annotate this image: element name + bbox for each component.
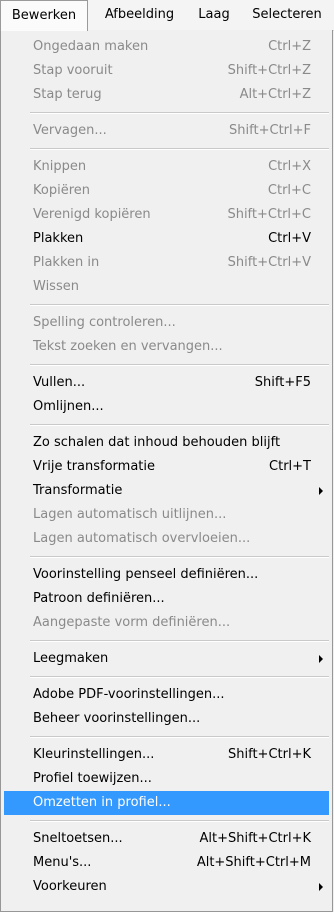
menu-item-plakken[interactable]: Plakken Ctrl+V	[4, 227, 329, 251]
menu-item-label: Vrije transformatie	[33, 459, 155, 474]
menu-item-leegmaken[interactable]: Leegmaken	[4, 647, 329, 671]
menu-item-tekst-zoeken-en-vervangen[interactable]: Tekst zoeken en vervangen...	[4, 335, 329, 359]
menu-item-menu-s[interactable]: Menu's... Alt+Shift+Ctrl+M	[4, 851, 329, 875]
menu-item-sneltoetsen[interactable]: Sneltoetsen... Alt+Shift+Ctrl+K	[4, 827, 329, 851]
menu-separator	[30, 112, 329, 114]
menu-item-ongedaan-maken[interactable]: Ongedaan maken Ctrl+Z	[4, 35, 329, 59]
menu-item-label: Profiel toewijzen...	[33, 771, 152, 786]
menu-separator	[30, 736, 329, 738]
menu-item-patroon-definieren[interactable]: Patroon definiëren...	[4, 587, 329, 611]
menu-item-label: Patroon definiëren...	[33, 591, 165, 606]
menu-item-label: Voorkeuren	[33, 879, 107, 894]
menu-item-shortcut: Shift+F5	[254, 375, 311, 390]
menu-bar: Bewerken Afbeelding Laag Selecteren	[0, 0, 334, 31]
menu-item-label: Transformatie	[33, 483, 123, 498]
menu-item-lagen-automatisch-overvloeien[interactable]: Lagen automatisch overvloeien...	[4, 527, 329, 551]
menu-afbeelding[interactable]: Afbeelding	[90, 0, 189, 30]
menu-item-label: Vullen...	[33, 375, 86, 390]
menu-item-label: Verenigd kopiëren	[33, 207, 151, 222]
menu-item-shortcut: Ctrl+V	[268, 231, 311, 246]
menu-item-shortcut: Alt+Ctrl+Z	[239, 87, 311, 102]
menu-laag[interactable]: Laag	[190, 0, 238, 30]
menu-item-profiel-toewijzen[interactable]: Profiel toewijzen...	[4, 767, 329, 791]
menu-item-spelling-controleren[interactable]: Spelling controleren...	[4, 311, 329, 335]
menu-item-beheer-voorinstellingen[interactable]: Beheer voorinstellingen...	[4, 707, 329, 731]
menu-separator	[30, 148, 329, 150]
submenu-arrow-icon	[319, 883, 323, 891]
menu-item-label: Lagen automatisch overvloeien...	[33, 531, 251, 546]
menu-item-shortcut: Ctrl+C	[267, 183, 311, 198]
menu-item-label: Ongedaan maken	[33, 39, 149, 54]
menu-item-wissen[interactable]: Wissen	[4, 275, 329, 299]
submenu-arrow-icon	[319, 487, 323, 495]
menu-item-aangepaste-vorm-definieren[interactable]: Aangepaste vorm definiëren...	[4, 611, 329, 635]
menu-separator	[30, 304, 329, 306]
menu-item-label: Beheer voorinstellingen...	[33, 711, 201, 726]
menu-item-label: Kopiëren	[33, 183, 90, 198]
menu-separator	[30, 424, 329, 426]
menu-item-transformatie[interactable]: Transformatie	[4, 479, 329, 503]
menu-item-knippen[interactable]: Knippen Ctrl+X	[4, 155, 329, 179]
menu-item-shortcut: Shift+Ctrl+Z	[227, 63, 311, 78]
menu-separator	[30, 364, 329, 366]
menu-item-label: Tekst zoeken en vervangen...	[33, 339, 223, 354]
menu-item-label: Voorinstelling penseel definiëren...	[33, 567, 259, 582]
menu-item-label: Omzetten in profiel...	[33, 795, 171, 810]
menu-item-label: Zo schalen dat inhoud behouden blijft	[33, 435, 281, 450]
menu-item-zo-schalen-dat-inhoud-behouden-blijft[interactable]: Zo schalen dat inhoud behouden blijft	[4, 431, 329, 455]
menu-item-label: Vervagen...	[33, 123, 107, 138]
menu-item-lagen-automatisch-uitlijnen[interactable]: Lagen automatisch uitlijnen...	[4, 503, 329, 527]
menu-item-kleurinstellingen[interactable]: Kleurinstellingen... Shift+Ctrl+K	[4, 743, 329, 767]
menu-selecteren[interactable]: Selecteren	[240, 0, 334, 30]
menu-item-stap-terug[interactable]: Stap terug Alt+Ctrl+Z	[4, 83, 329, 107]
menu-item-label: Leegmaken	[33, 651, 109, 666]
menu-item-verenigd-kopieren[interactable]: Verenigd kopiëren Shift+Ctrl+C	[4, 203, 329, 227]
menu-item-shortcut: Shift+Ctrl+C	[227, 207, 311, 222]
menu-separator	[30, 820, 329, 822]
menu-item-adobe-pdf-voorinstellingen[interactable]: Adobe PDF-voorinstellingen...	[4, 683, 329, 707]
menu-separator	[30, 556, 329, 558]
menu-item-stap-vooruit[interactable]: Stap vooruit Shift+Ctrl+Z	[4, 59, 329, 83]
menu-bewerken[interactable]: Bewerken	[0, 0, 88, 31]
menu-item-label: Adobe PDF-voorinstellingen...	[33, 687, 225, 702]
menu-item-label: Menu's...	[33, 855, 92, 870]
menu-item-omzetten-in-profiel[interactable]: Omzetten in profiel...	[4, 791, 329, 815]
menu-separator	[30, 676, 329, 678]
menu-separator	[30, 640, 329, 642]
menu-item-label: Spelling controleren...	[33, 315, 176, 330]
menu-item-vullen[interactable]: Vullen... Shift+F5	[4, 371, 329, 395]
menu-item-vrije-transformatie[interactable]: Vrije transformatie Ctrl+T	[4, 455, 329, 479]
menu-item-kopieren[interactable]: Kopiëren Ctrl+C	[4, 179, 329, 203]
menu-item-shortcut: Shift+Ctrl+F	[229, 123, 311, 138]
menu-item-label: Plakken in	[33, 255, 100, 270]
submenu-arrow-icon	[319, 655, 323, 663]
menu-item-label: Stap terug	[33, 87, 102, 102]
menu-item-label: Wissen	[33, 279, 79, 294]
menu-item-shortcut: Alt+Shift+Ctrl+K	[199, 831, 311, 846]
menu-item-shortcut: Ctrl+Z	[268, 39, 311, 54]
menu-item-label: Stap vooruit	[33, 63, 113, 78]
menu-item-label: Sneltoetsen...	[33, 831, 123, 846]
menu-item-shortcut: Ctrl+X	[268, 159, 311, 174]
menu-item-shortcut: Shift+Ctrl+K	[228, 747, 311, 762]
menu-item-voorinstelling-penseel-definieren[interactable]: Voorinstelling penseel definiëren...	[4, 563, 329, 587]
menu-item-shortcut: Shift+Ctrl+V	[227, 255, 311, 270]
menu-item-label: Lagen automatisch uitlijnen...	[33, 507, 227, 522]
menu-item-shortcut: Ctrl+T	[269, 459, 311, 474]
menu-item-omlijnen[interactable]: Omlijnen...	[4, 395, 329, 419]
menu-item-vervagen[interactable]: Vervagen... Shift+Ctrl+F	[4, 119, 329, 143]
menu-item-label: Kleurinstellingen...	[33, 747, 155, 762]
menu-item-label: Knippen	[33, 159, 87, 174]
menu-item-label: Aangepaste vorm definiëren...	[33, 615, 231, 630]
menu-item-label: Omlijnen...	[33, 399, 104, 414]
menu-item-shortcut: Alt+Shift+Ctrl+M	[196, 855, 311, 870]
menu-item-voorkeuren[interactable]: Voorkeuren	[4, 875, 329, 899]
edit-dropdown-menu: Ongedaan maken Ctrl+Z Stap vooruit Shift+Ct…	[0, 30, 333, 912]
menu-item-plakken-in[interactable]: Plakken in Shift+Ctrl+V	[4, 251, 329, 275]
menu-item-label: Plakken	[33, 231, 84, 246]
